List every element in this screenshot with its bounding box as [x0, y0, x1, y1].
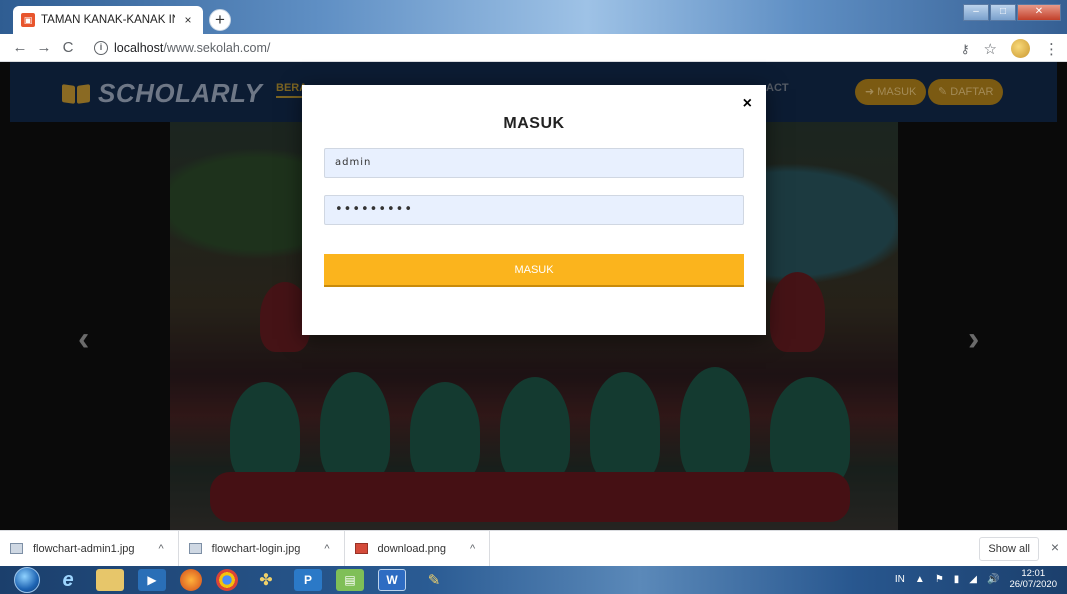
download-item[interactable]: download.png ^ — [345, 530, 491, 567]
download-item[interactable]: flowchart-login.jpg ^ — [179, 530, 345, 567]
maximize-icon[interactable]: □ — [990, 4, 1016, 21]
project-icon[interactable]: ▤ — [336, 569, 364, 591]
username-input[interactable]: admin — [324, 148, 744, 178]
favicon-icon: ▣ — [21, 13, 35, 27]
ie-icon[interactable]: e — [54, 569, 82, 591]
image-file-icon — [10, 543, 23, 554]
reload-icon[interactable]: C — [56, 39, 80, 56]
carousel-prev-icon[interactable]: ‹ — [78, 320, 89, 359]
site-logo[interactable]: SCHOLARLY — [62, 78, 262, 109]
browser-toolbar: ← → C i localhost/www.sekolah.com/ ⚷ ☆ ⋮ — [0, 34, 1067, 62]
address-bar[interactable]: localhost/www.sekolah.com/ — [114, 41, 270, 55]
url-path: /www.sekolah.com/ — [163, 40, 271, 55]
tab-title: TAMAN KANAK-KANAK INSANI — [41, 14, 175, 26]
browser-tab[interactable]: ▣ TAMAN KANAK-KANAK INSANI × — [13, 6, 203, 34]
window-controls: – □ ✕ — [963, 4, 1061, 21]
window-close-icon[interactable]: ✕ — [1017, 4, 1061, 21]
carousel-next-icon[interactable]: › — [968, 320, 979, 359]
password-input[interactable]: ••••••••• — [324, 195, 744, 225]
chevron-up-icon[interactable]: ^ — [470, 543, 475, 555]
new-tab-button[interactable]: + — [209, 9, 231, 31]
windows-taskbar: e ▶ ✤ P ▤ W ✎ IN ▲ ⚑ ▮ ◢ 🔊 12:01 26/07/2… — [0, 566, 1067, 594]
bookmark-star-icon[interactable]: ☆ — [984, 40, 997, 58]
site-info-icon[interactable]: i — [94, 40, 108, 55]
modal-close-icon[interactable]: × — [743, 95, 752, 113]
nav-masuk-button[interactable]: ➜ MASUK — [855, 79, 927, 105]
masuk-submit-button[interactable]: MASUK — [324, 254, 744, 287]
url-host: localhost — [114, 40, 164, 55]
clock-date: 26/07/2020 — [1009, 579, 1057, 590]
browser-menu-icon[interactable]: ⋮ — [1044, 40, 1059, 58]
firefox-icon[interactable] — [180, 569, 202, 591]
show-all-button[interactable]: Show all — [979, 537, 1039, 561]
language-indicator[interactable]: IN — [895, 574, 905, 585]
download-name: flowchart-login.jpg — [211, 542, 301, 555]
download-name: download.png — [377, 542, 447, 555]
paint-icon[interactable]: ✎ — [420, 569, 448, 591]
nav-daftar-button[interactable]: ✎ DAFTAR — [928, 79, 1004, 105]
profile-avatar[interactable] — [1011, 39, 1030, 58]
system-clock[interactable]: 12:01 26/07/2020 — [1009, 568, 1057, 590]
file-explorer-icon[interactable] — [96, 569, 124, 591]
word-icon[interactable]: W — [378, 569, 406, 591]
media-player-icon[interactable]: ▶ — [138, 569, 166, 591]
password-key-icon[interactable]: ⚷ — [961, 42, 970, 56]
forward-icon[interactable]: → — [32, 39, 56, 56]
start-button[interactable] — [14, 567, 40, 593]
logo-text: SCHOLARLY — [98, 78, 263, 108]
book-icon — [62, 83, 90, 105]
modal-title: MASUK — [503, 115, 565, 132]
image-file-icon — [188, 543, 202, 554]
downloads-bar: flowchart-admin1.jpg ^ flowchart-login.j… — [0, 530, 1067, 567]
downloads-close-icon[interactable]: × — [1051, 539, 1059, 555]
tab-close-icon[interactable]: × — [181, 13, 195, 27]
volume-icon[interactable]: 🔊 — [987, 574, 999, 585]
publisher-icon[interactable]: P — [294, 569, 322, 591]
login-modal: × MASUK admin ••••••••• MASUK — [302, 85, 766, 335]
download-item[interactable]: flowchart-admin1.jpg ^ — [0, 530, 179, 567]
chevron-up-icon[interactable]: ^ — [159, 543, 164, 555]
clock-time: 12:01 — [1021, 568, 1046, 579]
download-name: flowchart-admin1.jpg — [33, 542, 135, 555]
action-center-flag-icon[interactable]: ⚑ — [935, 574, 944, 585]
minimize-icon[interactable]: – — [963, 4, 989, 21]
tray-expand-icon[interactable]: ▲ — [915, 574, 925, 585]
battery-icon[interactable]: ▮ — [954, 574, 960, 585]
browser-tabstrip: ▣ TAMAN KANAK-KANAK INSANI × + – □ ✕ — [0, 0, 1067, 34]
nav-link-contact[interactable]: ACT — [766, 82, 789, 94]
system-tray: IN ▲ ⚑ ▮ ◢ 🔊 12:01 26/07/2020 — [895, 568, 1057, 590]
chevron-up-icon[interactable]: ^ — [324, 543, 329, 555]
network-icon[interactable]: ◢ — [969, 574, 977, 585]
chrome-icon[interactable] — [216, 569, 238, 591]
back-icon[interactable]: ← — [8, 39, 32, 56]
image-file-icon — [354, 543, 368, 554]
xampp-icon[interactable]: ✤ — [252, 569, 280, 591]
